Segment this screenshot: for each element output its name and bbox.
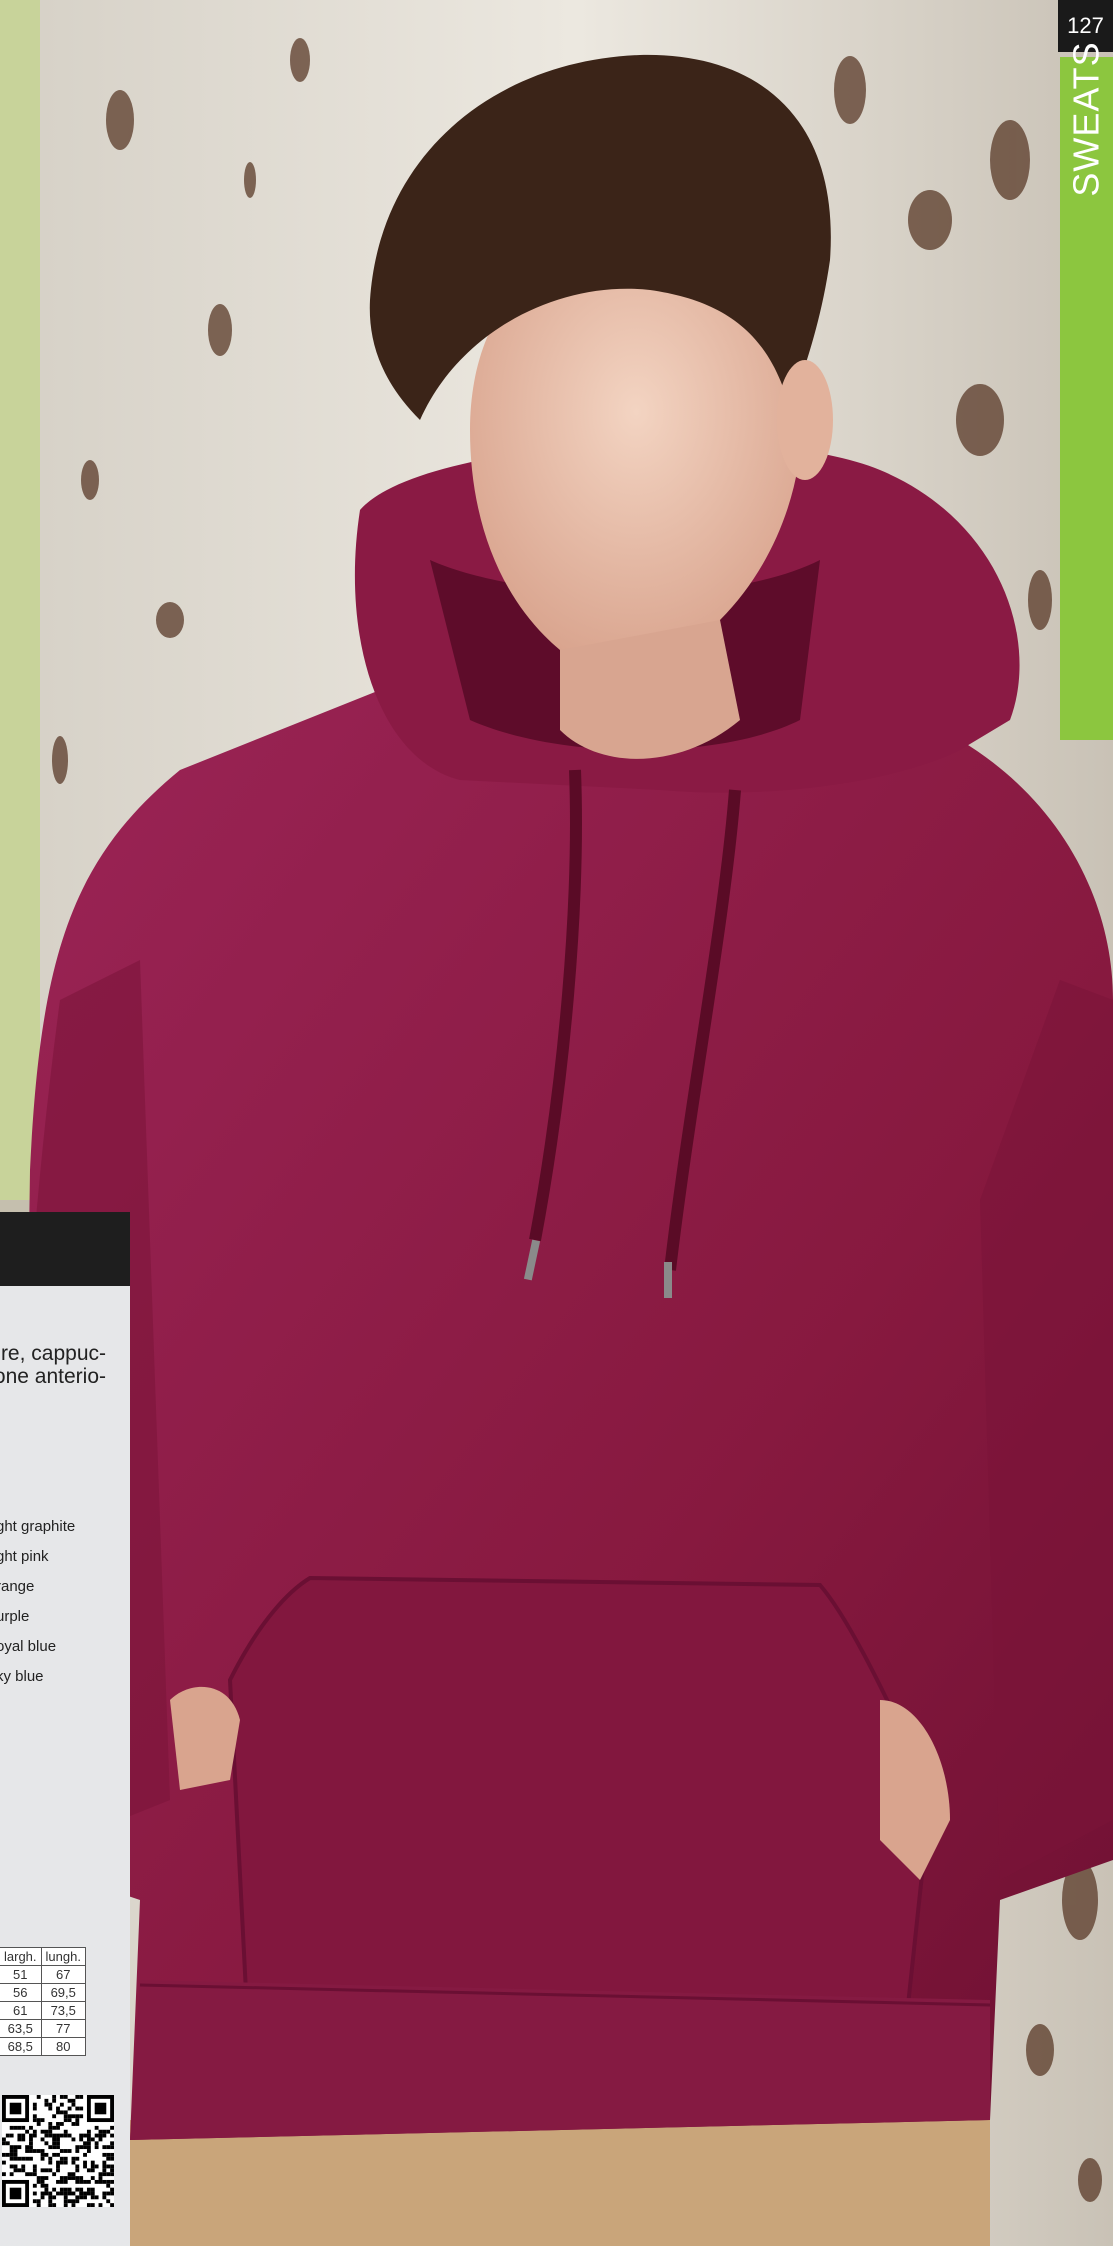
size-cell: 68,5 — [0, 2037, 42, 2056]
size-cell: 63,5 — [0, 2019, 42, 2038]
section-tab[interactable]: SWEATS — [1060, 41, 1113, 740]
color-list: ght graphite ght pink range urple oyal b… — [0, 1512, 75, 1692]
color-item: ght graphite — [0, 1518, 76, 1535]
product-photo — [0, 0, 1113, 2246]
table-row: 56 69,5 — [0, 1983, 86, 2002]
section-tab-label: SWEATS — [1065, 40, 1107, 197]
table-row: 51 67 — [0, 1965, 86, 1984]
size-cell: 69,5 — [40, 1983, 86, 2002]
size-cell: 73,5 — [40, 2001, 86, 2020]
size-cell: 51 — [0, 1965, 42, 1984]
size-cell: 80 — [40, 2037, 86, 2056]
size-table-header: largh. lungh. — [0, 1947, 86, 1966]
size-cell: 67 — [40, 1965, 86, 1984]
size-cell: 61 — [0, 2001, 42, 2020]
size-table: largh. lungh. 51 67 56 69,5 61 73,5 63,5… — [0, 1947, 86, 2056]
panel-header — [0, 1212, 130, 1286]
size-cell: 56 — [0, 1983, 42, 2002]
color-item: range — [0, 1578, 35, 1595]
description-line: one anterio- — [0, 1365, 106, 1388]
product-description: re, cappuc- one anterio- — [0, 1342, 128, 1388]
description-line: re, cappuc- — [0, 1342, 106, 1365]
color-item: ght pink — [0, 1548, 49, 1565]
table-row: 63,5 77 — [0, 2019, 86, 2038]
size-header-cell: largh. — [0, 1947, 42, 1966]
product-info-panel: re, cappuc- one anterio- ght graphite gh… — [0, 1212, 130, 2246]
table-row: 68,5 80 — [0, 2037, 86, 2056]
size-cell: 77 — [40, 2019, 86, 2038]
color-item: ky blue — [0, 1668, 44, 1685]
table-row: 61 73,5 — [0, 2001, 86, 2020]
color-item: urple — [0, 1608, 30, 1625]
size-header-cell: lungh. — [40, 1947, 86, 1966]
qr-code[interactable] — [2, 2095, 114, 2207]
color-item: oyal blue — [0, 1638, 57, 1655]
